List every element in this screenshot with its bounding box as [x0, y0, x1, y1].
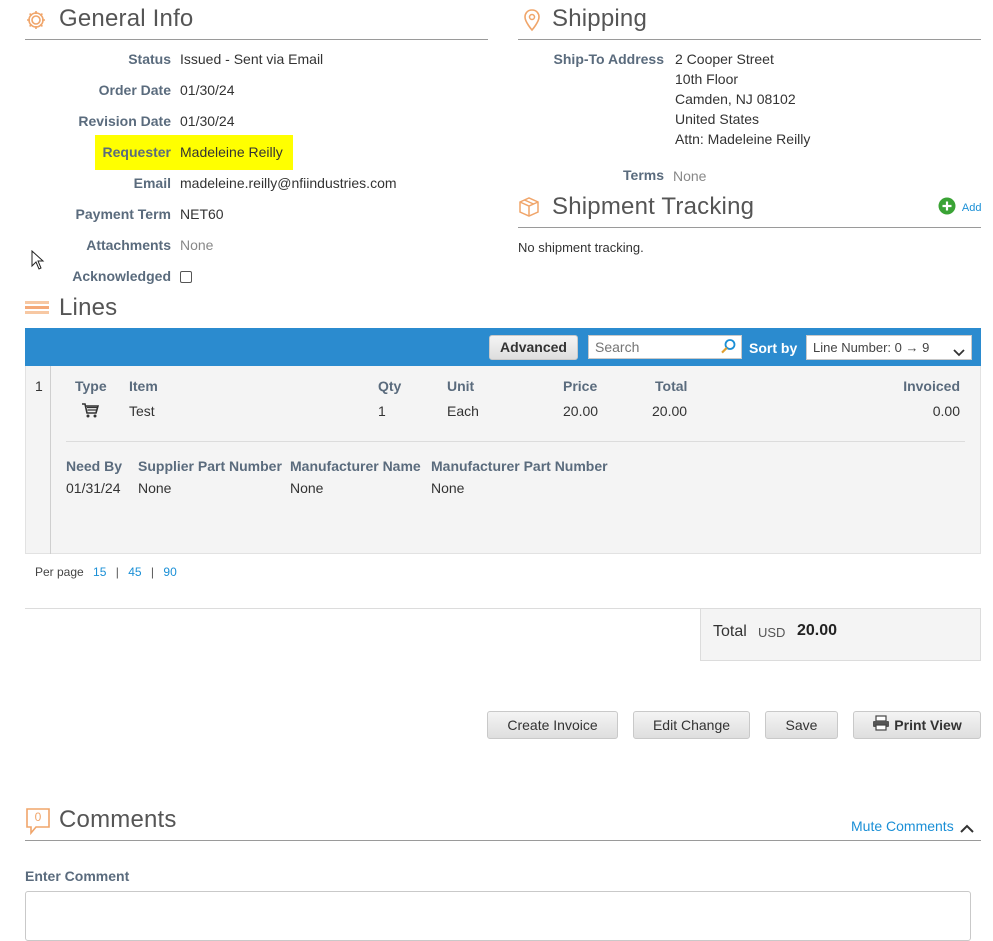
per-page-15[interactable]: 15	[93, 565, 106, 579]
supplier-part-label: Supplier Part Number	[138, 458, 282, 474]
total-currency: USD	[758, 625, 786, 640]
col-price: Price	[563, 378, 598, 394]
per-page-separator: |	[115, 565, 119, 579]
lines-icon	[25, 300, 49, 319]
revision-date-label: Revision Date	[78, 113, 171, 129]
shipping-divider	[518, 39, 981, 40]
per-page-control: Per page 15 | 45 | 90	[35, 565, 177, 579]
enter-comment-label: Enter Comment	[25, 868, 130, 884]
need-by-label: Need By	[66, 458, 123, 474]
comments-title: Comments	[59, 806, 177, 833]
manufacturer-part-value: None	[431, 480, 465, 496]
attachments-value: None	[180, 237, 214, 253]
line-number: 1	[35, 378, 43, 394]
line-item-name: Test	[129, 403, 155, 419]
comment-count-icon: 0	[25, 807, 51, 835]
shopping-cart-icon	[81, 403, 100, 421]
shipment-tracking-divider	[518, 227, 981, 228]
print-view-label: Print View	[894, 717, 962, 733]
create-invoice-button[interactable]: Create Invoice	[487, 711, 618, 739]
per-page-separator: |	[150, 565, 155, 579]
map-pin-icon	[522, 8, 542, 35]
shipment-tracking-title: Shipment Tracking	[552, 193, 755, 220]
line-total: 20.00	[652, 403, 688, 419]
chevron-down-icon	[953, 344, 965, 360]
terms-label: Terms	[623, 167, 664, 183]
search-input[interactable]	[593, 338, 717, 356]
address-line-3: Camden, NJ 08102	[675, 91, 796, 107]
revision-date-value: 01/30/24	[180, 113, 235, 129]
supplier-part-value: None	[138, 480, 172, 496]
advanced-button[interactable]: Advanced	[489, 335, 578, 360]
manufacturer-name-value: None	[290, 480, 324, 496]
requester-value: Madeleine Reilly	[180, 144, 283, 160]
lines-title: Lines	[59, 294, 118, 321]
status-label: Status	[128, 51, 171, 67]
search-box[interactable]	[588, 335, 742, 359]
address-line-2: 10th Floor	[675, 71, 739, 87]
acknowledged-label: Acknowledged	[72, 268, 171, 284]
order-date-label: Order Date	[98, 82, 171, 98]
status-value: Issued - Sent via Email	[180, 51, 324, 67]
general-info-divider	[25, 39, 488, 40]
add-tracking-button[interactable]: Add	[938, 197, 981, 218]
gear-icon	[25, 9, 47, 34]
col-total: Total	[655, 378, 688, 394]
line-qty: 1	[378, 403, 386, 419]
address-line-4: United States	[675, 111, 760, 127]
print-view-button[interactable]: Print View	[853, 711, 981, 739]
line-unit: Each	[447, 403, 479, 419]
total-amount: 20.00	[797, 622, 838, 639]
ship-to-label: Ship-To Address	[553, 51, 664, 67]
sort-select[interactable]: Line Number: 0 → 9	[806, 335, 972, 360]
mute-comments-link[interactable]: Mute Comments	[851, 818, 954, 834]
address-line-5: Attn: Madeleine Reilly	[675, 131, 811, 147]
no-tracking-text: No shipment tracking.	[518, 240, 644, 255]
line-price: 20.00	[563, 403, 599, 419]
line-number-divider	[50, 366, 51, 554]
general-info-title: General Info	[59, 5, 194, 32]
col-item: Item	[129, 378, 158, 394]
sort-by-label: Sort by	[749, 340, 798, 356]
need-by-value: 01/31/24	[66, 480, 121, 496]
order-date-value: 01/30/24	[180, 82, 235, 98]
col-unit: Unit	[447, 378, 475, 394]
mouse-cursor-icon	[31, 249, 45, 273]
comments-divider	[25, 840, 981, 841]
per-page-45[interactable]: 45	[128, 565, 141, 579]
sort-select-value: Line Number: 0 → 9	[813, 340, 930, 355]
comment-textarea[interactable]	[25, 891, 971, 941]
printer-icon	[872, 713, 890, 739]
payment-term-value: NET60	[180, 206, 224, 222]
payment-term-label: Payment Term	[75, 206, 171, 222]
plus-circle-icon	[938, 197, 956, 218]
manufacturer-part-label: Manufacturer Part Number	[431, 458, 608, 474]
terms-value: None	[673, 168, 707, 184]
line-invoiced-link[interactable]: 0.00	[860, 403, 960, 419]
shipping-title: Shipping	[552, 5, 648, 32]
total-label: Total	[713, 623, 747, 640]
manufacturer-name-label: Manufacturer Name	[290, 458, 421, 474]
package-icon	[517, 195, 541, 222]
attachments-label: Attachments	[86, 237, 171, 253]
add-tracking-label: Add	[961, 201, 982, 214]
acknowledged-checkbox[interactable]	[180, 271, 192, 283]
chevron-up-icon[interactable]	[960, 821, 974, 837]
col-qty: Qty	[378, 378, 402, 394]
col-type: Type	[75, 378, 107, 394]
email-value: madeleine.reilly@nfiindustries.com	[180, 175, 397, 191]
line-details-divider	[66, 441, 965, 442]
save-button[interactable]: Save	[765, 711, 838, 739]
search-icon[interactable]	[720, 338, 737, 358]
address-line-1: 2 Cooper Street	[675, 51, 774, 67]
edit-change-button[interactable]: Edit Change	[633, 711, 750, 739]
col-invoiced: Invoiced	[903, 378, 960, 394]
requester-label: Requester	[102, 144, 171, 160]
email-label: Email	[133, 175, 171, 191]
per-page-label: Per page	[35, 565, 84, 579]
total-box: Total USD 20.00	[700, 609, 981, 661]
per-page-90[interactable]: 90	[163, 565, 176, 579]
comment-count: 0	[34, 810, 42, 824]
